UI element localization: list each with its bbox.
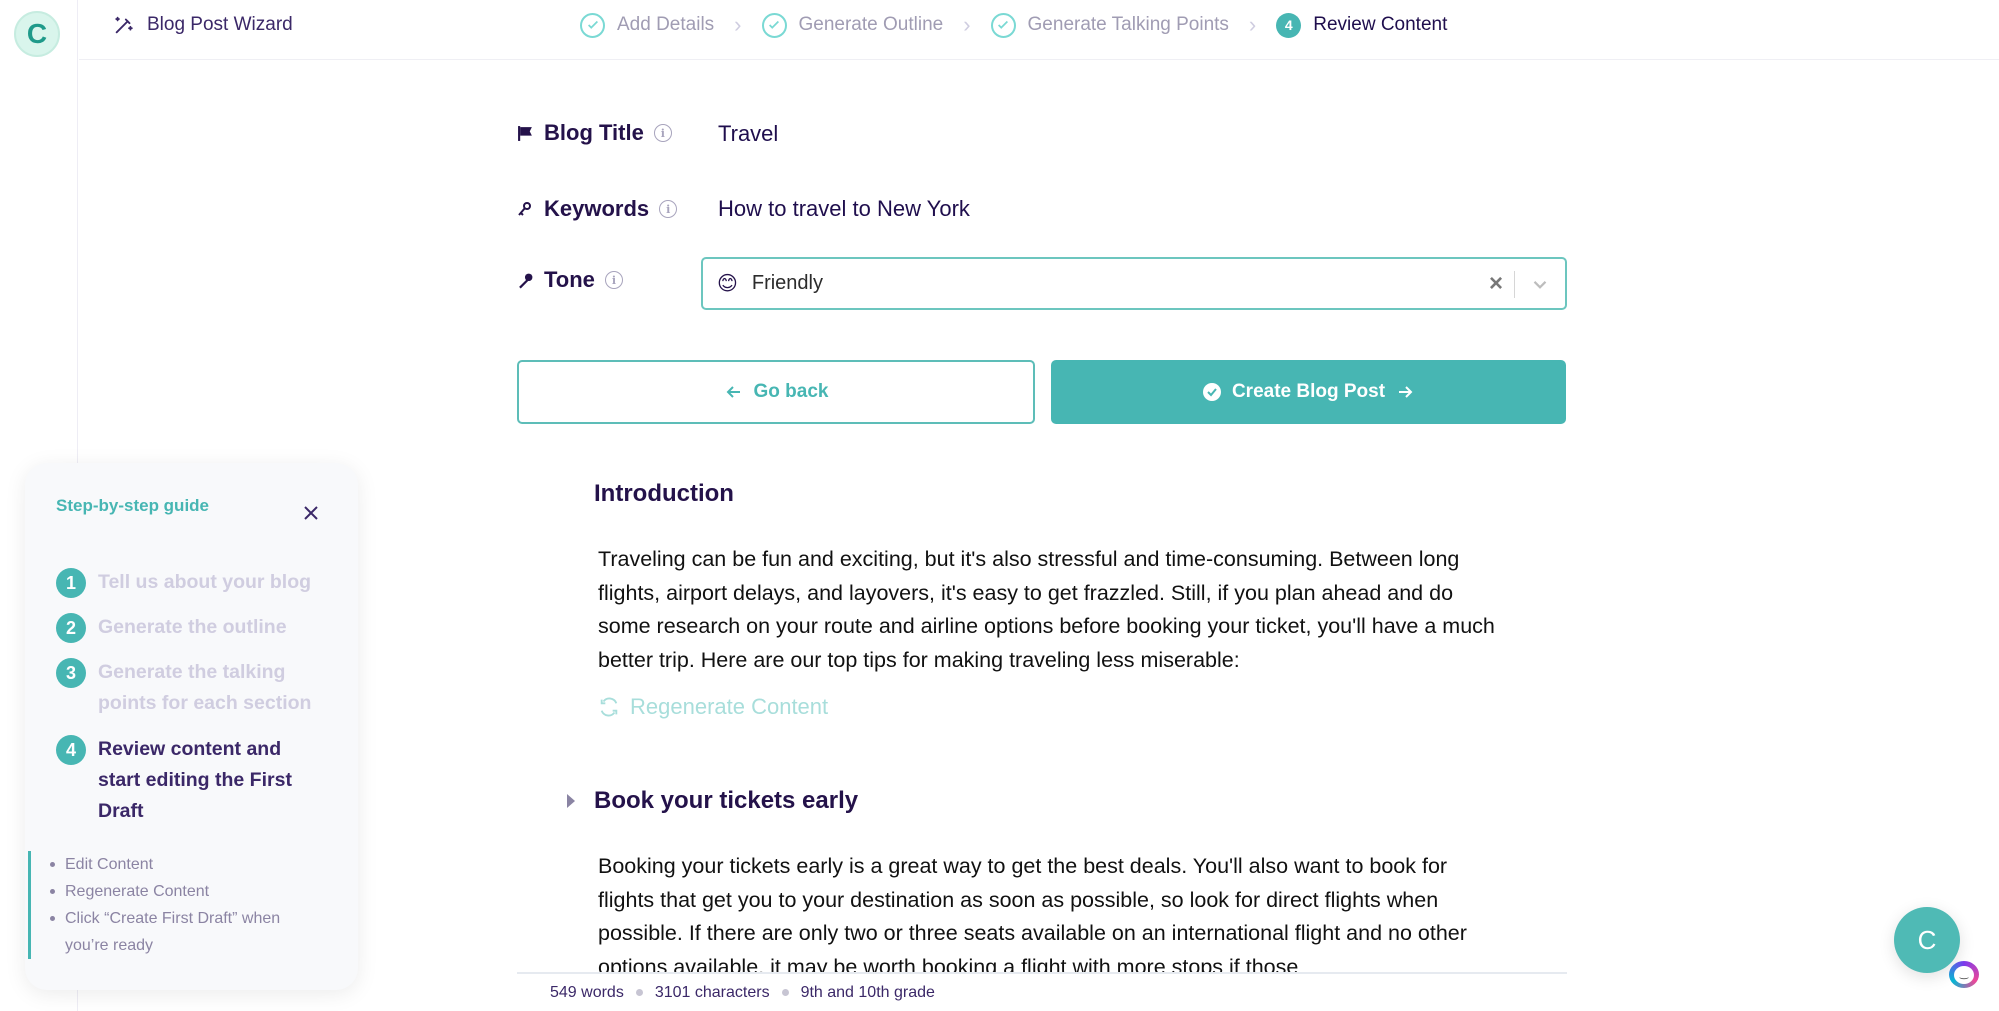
chevron-right-icon: › xyxy=(963,12,971,37)
blog-title-label: Blog Title i xyxy=(516,120,672,146)
key-icon xyxy=(516,200,534,218)
tone-label: Tone i xyxy=(516,267,623,293)
keywords-value[interactable]: How to travel to New York xyxy=(718,196,970,222)
step-number-badge: 4 xyxy=(56,735,86,765)
step-by-step-guide-panel: Step-by-step guide 1 Tell us about your … xyxy=(25,463,358,990)
wizard-title: Blog Post Wizard xyxy=(113,14,293,36)
clear-icon[interactable]: × xyxy=(1489,270,1503,298)
top-bar: Blog Post Wizard Add Details › Generate … xyxy=(79,0,1999,60)
guide-substep: Edit Content xyxy=(50,851,328,878)
guide-substeps: Edit Content Regenerate Content Click “C… xyxy=(28,851,328,959)
info-icon[interactable]: i xyxy=(659,200,678,218)
section-paragraph-introduction[interactable]: Traveling can be fun and exciting, but i… xyxy=(598,543,1498,677)
guide-substep: Regenerate Content xyxy=(50,878,328,905)
go-back-button[interactable]: Go back xyxy=(517,360,1035,424)
step-add-details[interactable]: Add Details xyxy=(580,12,715,38)
app-logo[interactable]: C xyxy=(14,11,60,57)
expand-caret-icon[interactable] xyxy=(567,794,575,808)
smiley-emoji-icon: 😊 xyxy=(717,273,738,295)
guide-title: Step-by-step guide xyxy=(56,496,210,515)
tone-row: Tone i xyxy=(516,267,623,293)
keywords-label: Keywords i xyxy=(516,196,678,222)
step-number-badge: 2 xyxy=(56,613,86,643)
chevron-right-icon: › xyxy=(734,12,742,37)
select-divider xyxy=(1514,271,1515,298)
character-count: 3101 characters xyxy=(654,983,770,1001)
reading-grade: 9th and 10th grade xyxy=(800,983,935,1001)
section-heading-book-tickets: Book your tickets early xyxy=(594,787,859,814)
step-label: Generate Outline xyxy=(798,14,944,35)
guide-substep: Click “Create First Draft” when you’re r… xyxy=(50,905,328,959)
blog-title-row: Blog Title i xyxy=(516,120,672,146)
wizard-title-text: Blog Post Wizard xyxy=(147,14,293,35)
guide-step-4: 4 Review content and start editing the F… xyxy=(56,734,326,827)
step-number-badge: 3 xyxy=(56,658,86,688)
section-heading-introduction: Introduction xyxy=(594,480,734,507)
chevron-right-icon: › xyxy=(1248,12,1257,37)
step-generate-talking-points[interactable]: Generate Talking Points xyxy=(990,12,1229,38)
info-icon[interactable]: i xyxy=(653,124,672,142)
step-generate-outline[interactable]: Generate Outline xyxy=(761,12,944,38)
check-circle-icon xyxy=(1202,383,1221,401)
tone-select[interactable]: 😊 Friendly × xyxy=(701,257,1567,310)
chat-button[interactable]: C xyxy=(1894,907,1960,973)
refresh-icon xyxy=(600,697,618,717)
info-icon[interactable]: i xyxy=(604,271,623,289)
step-number-badge: 4 xyxy=(1276,12,1302,38)
close-icon[interactable] xyxy=(301,503,321,523)
step-label: Review Content xyxy=(1313,14,1448,35)
wizard-steps: Add Details › Generate Outline › Generat… xyxy=(580,12,1447,38)
status-bar: 549 words 3101 characters 9th and 10th g… xyxy=(517,972,1567,1011)
tone-selected-value: Friendly xyxy=(751,272,823,294)
check-circle-icon xyxy=(990,12,1016,38)
step-label: Generate Talking Points xyxy=(1027,14,1229,35)
separator-dot xyxy=(635,989,643,996)
arrow-left-icon xyxy=(726,386,740,398)
separator-dot xyxy=(781,989,789,996)
chevron-down-icon[interactable] xyxy=(1529,273,1551,295)
step-label: Add Details xyxy=(617,14,715,35)
section-paragraph-book-tickets[interactable]: Booking your tickets early is a great wa… xyxy=(598,850,1498,984)
arrow-right-icon xyxy=(1399,386,1413,398)
guide-step-3: 3 Generate the talking points for each s… xyxy=(56,657,331,719)
blog-title-value[interactable]: Travel xyxy=(718,121,778,147)
microphone-icon xyxy=(516,271,534,289)
keywords-row: Keywords i xyxy=(516,196,678,222)
step-number-badge: 1 xyxy=(56,568,86,598)
flag-icon xyxy=(516,124,534,142)
magic-wand-icon xyxy=(115,16,133,34)
step-review-content[interactable]: 4 Review Content xyxy=(1276,12,1448,38)
word-count: 549 words xyxy=(550,983,624,1001)
guide-step-1: 1 Tell us about your blog xyxy=(56,567,316,598)
assistant-face-icon[interactable]: ‿ xyxy=(1949,961,1979,988)
create-blog-post-button[interactable]: Create Blog Post xyxy=(1051,360,1566,424)
regenerate-content-button[interactable]: Regenerate Content xyxy=(598,694,828,720)
guide-step-2: 2 Generate the outline xyxy=(56,612,316,643)
check-circle-icon xyxy=(761,12,787,38)
check-circle-icon xyxy=(580,12,605,38)
